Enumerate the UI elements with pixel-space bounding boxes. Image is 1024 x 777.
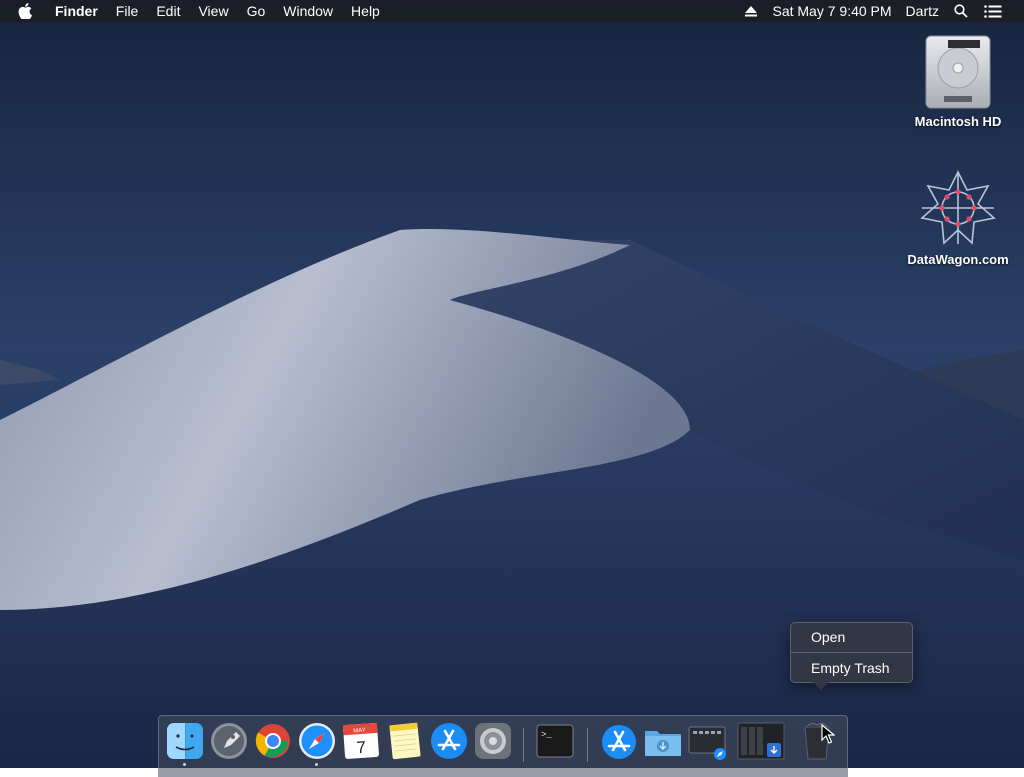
- dock-screenshot-stack[interactable]: [687, 721, 727, 761]
- system-preferences-icon: [475, 723, 511, 759]
- applications-stack-icon: [602, 725, 636, 759]
- menu-file[interactable]: File: [107, 0, 148, 22]
- downloads-folder-icon: [645, 731, 681, 756]
- menu-pointer-arrow: [813, 682, 829, 690]
- menu-item-empty-trash[interactable]: Empty Trash: [791, 655, 912, 681]
- notes-icon: [389, 722, 421, 760]
- dock-separator: [587, 728, 588, 762]
- menu-bar: Finder File Edit View Go Window Help Sat…: [0, 0, 1024, 22]
- dock-chrome[interactable]: [253, 721, 293, 761]
- dock-finder[interactable]: [165, 721, 205, 761]
- app-menu-finder[interactable]: Finder: [46, 0, 107, 22]
- dock-calendar[interactable]: MAY 7: [341, 721, 381, 761]
- dock-downloads-folder[interactable]: [643, 721, 683, 761]
- dock-running-indicator: [315, 763, 318, 766]
- dock-safari[interactable]: [297, 721, 337, 761]
- menu-go[interactable]: Go: [238, 0, 275, 22]
- dock-app-store[interactable]: [429, 721, 469, 761]
- desktop-icon-label: Macintosh HD: [914, 114, 1002, 129]
- eject-icon[interactable]: [737, 0, 765, 22]
- app-store-icon: [431, 723, 467, 759]
- safari-icon: [299, 723, 335, 759]
- screenshot-stack-icon: [688, 726, 726, 760]
- menu-separator: [791, 652, 912, 653]
- dock-applications-stack[interactable]: [599, 721, 639, 761]
- calendar-icon: MAY 7: [342, 722, 379, 759]
- desktop-icon-datawagon[interactable]: DataWagon.com: [903, 168, 1013, 267]
- hard-drive-icon: [918, 30, 998, 110]
- desktop-icon-macintosh-hd[interactable]: Macintosh HD: [903, 30, 1013, 129]
- dock-documents-stack[interactable]: [737, 721, 785, 761]
- finder-icon: [167, 723, 203, 759]
- dock-launchpad[interactable]: [209, 721, 249, 761]
- menubar-clock[interactable]: Sat May 7 9:40 PM: [765, 0, 898, 22]
- menubar-user[interactable]: Dartz: [899, 0, 946, 22]
- dock-running-indicator: [183, 763, 186, 766]
- dock-notes[interactable]: [385, 721, 425, 761]
- menu-help[interactable]: Help: [342, 0, 389, 22]
- terminal-icon: >_: [536, 724, 574, 758]
- dock-system-preferences[interactable]: [473, 721, 513, 761]
- menu-view[interactable]: View: [189, 0, 237, 22]
- menu-item-open[interactable]: Open: [791, 624, 912, 650]
- launchpad-icon: [211, 723, 247, 759]
- chrome-icon: [255, 724, 290, 758]
- dock-separator: [523, 728, 524, 762]
- notification-center-icon[interactable]: [976, 0, 1010, 22]
- network-star-icon: [918, 168, 998, 248]
- documents-stack-icon: [737, 722, 785, 760]
- mouse-cursor-icon: [821, 723, 836, 749]
- calendar-day: 7: [356, 738, 367, 758]
- dock-terminal[interactable]: >_: [535, 721, 575, 761]
- trash-context-menu: Open Empty Trash: [790, 622, 913, 690]
- calendar-month: MAY: [353, 728, 366, 735]
- menu-window[interactable]: Window: [274, 0, 342, 22]
- apple-menu-icon[interactable]: [0, 3, 46, 19]
- desktop-icon-label: DataWagon.com: [907, 252, 1009, 267]
- terminal-prompt: >_: [541, 730, 552, 740]
- spotlight-search-icon[interactable]: [946, 0, 976, 22]
- menu-edit[interactable]: Edit: [147, 0, 189, 22]
